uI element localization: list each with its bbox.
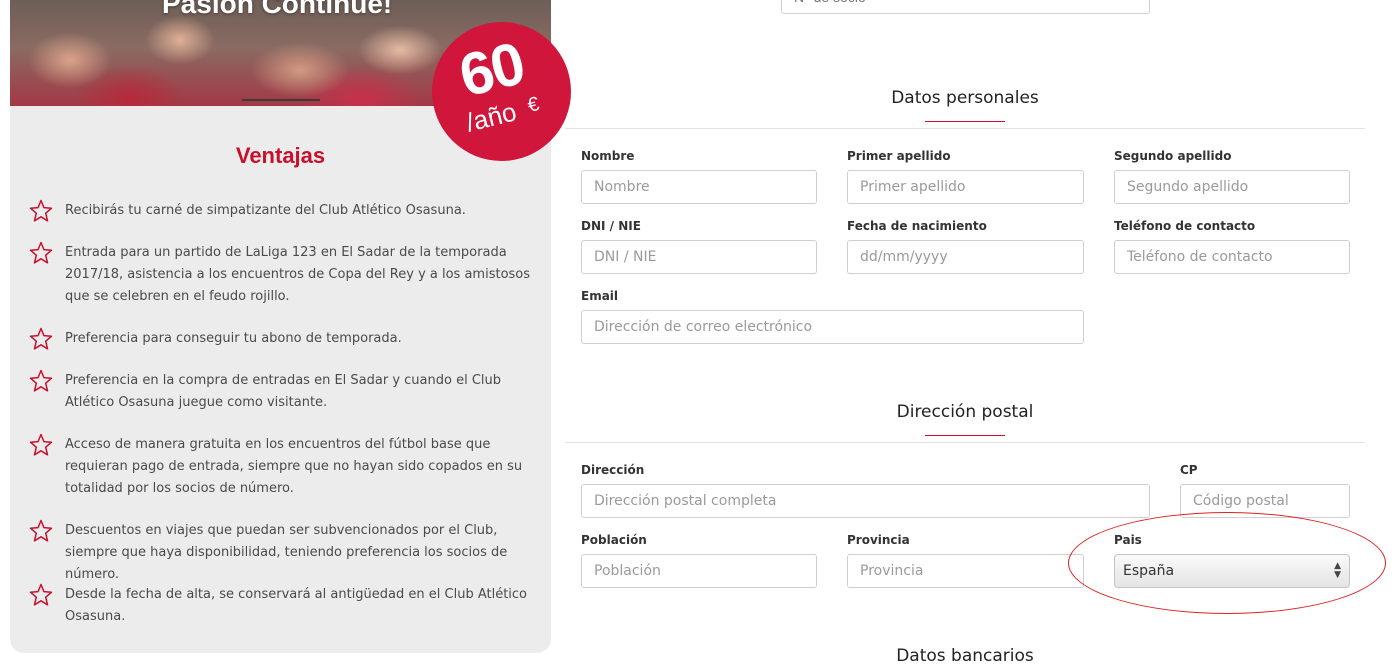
star-outline-icon [29,199,53,222]
benefits-title: Ventajas [235,143,326,168]
segundo-apellido-input[interactable] [1114,170,1350,204]
direccion-label: Dirección [581,463,645,477]
price-amount: 60 [452,29,530,110]
fecha-nacimiento-input[interactable] [847,240,1084,274]
section-underline [925,435,1005,436]
updown-arrows-icon: ▲ ▼ [1334,561,1341,580]
provincia-label: Provincia [847,533,910,547]
hero-title: Pasión Continúe! [162,0,393,19]
section-title-personal: Datos personales [891,88,1039,108]
pais-select[interactable]: España ▲ ▼ [1114,554,1350,588]
poblacion-label: Población [581,533,647,547]
email-input[interactable] [581,310,1084,344]
hero-carousel-indicator[interactable] [242,99,320,101]
email-label: Email [581,289,619,303]
star-outline-icon [29,327,53,350]
price-badge: 60 € /año [432,22,571,161]
provincia-input[interactable] [847,554,1084,588]
benefit-text: Preferencia para conseguir tu abono de t… [65,331,402,346]
nombre-label: Nombre [581,149,635,163]
benefit-text: Entrada para un partido de LaLiga 123 en… [65,245,531,304]
direccion-input[interactable] [581,484,1150,518]
telefono-input[interactable] [1114,240,1350,274]
benefit-text: Recibirás tu carné de simpatizante del C… [65,203,466,218]
telefono-label: Teléfono de contacto [1114,219,1256,233]
benefit-text: Acceso de manera gratuita en los encuent… [65,437,523,496]
star-outline-icon [29,369,53,392]
fecha-nacimiento-label: Fecha de nacimiento [847,219,987,233]
benefit-text: Descuentos en viajes que puedan ser subv… [65,523,508,582]
star-outline-icon [29,583,53,606]
member-number-input[interactable] [781,0,1150,14]
section-underline [925,121,1005,122]
price-currency: € [525,92,542,118]
primer-apellido-label: Primer apellido [847,149,951,163]
segundo-apellido-label: Segundo apellido [1114,149,1232,163]
benefit-text: Preferencia en la compra de entradas en … [65,373,502,410]
star-outline-icon [29,433,53,456]
poblacion-input[interactable] [581,554,817,588]
cp-label: CP [1180,463,1198,477]
section-title-bank: Datos bancarios [896,646,1034,666]
section-divider [565,128,1365,129]
star-outline-icon [29,519,53,542]
section-title-postal: Dirección postal [896,402,1034,422]
section-divider [565,442,1365,443]
benefit-text: Desde la fecha de alta, se conservará al… [65,587,528,624]
pais-label: Pais [1114,533,1142,547]
cp-input[interactable] [1180,484,1350,518]
nombre-input[interactable] [581,170,817,204]
pais-selected-value: España [1123,563,1175,579]
star-outline-icon [29,241,53,264]
primer-apellido-input[interactable] [847,170,1084,204]
dni-input[interactable] [581,240,817,274]
dni-label: DNI / NIE [581,219,641,233]
